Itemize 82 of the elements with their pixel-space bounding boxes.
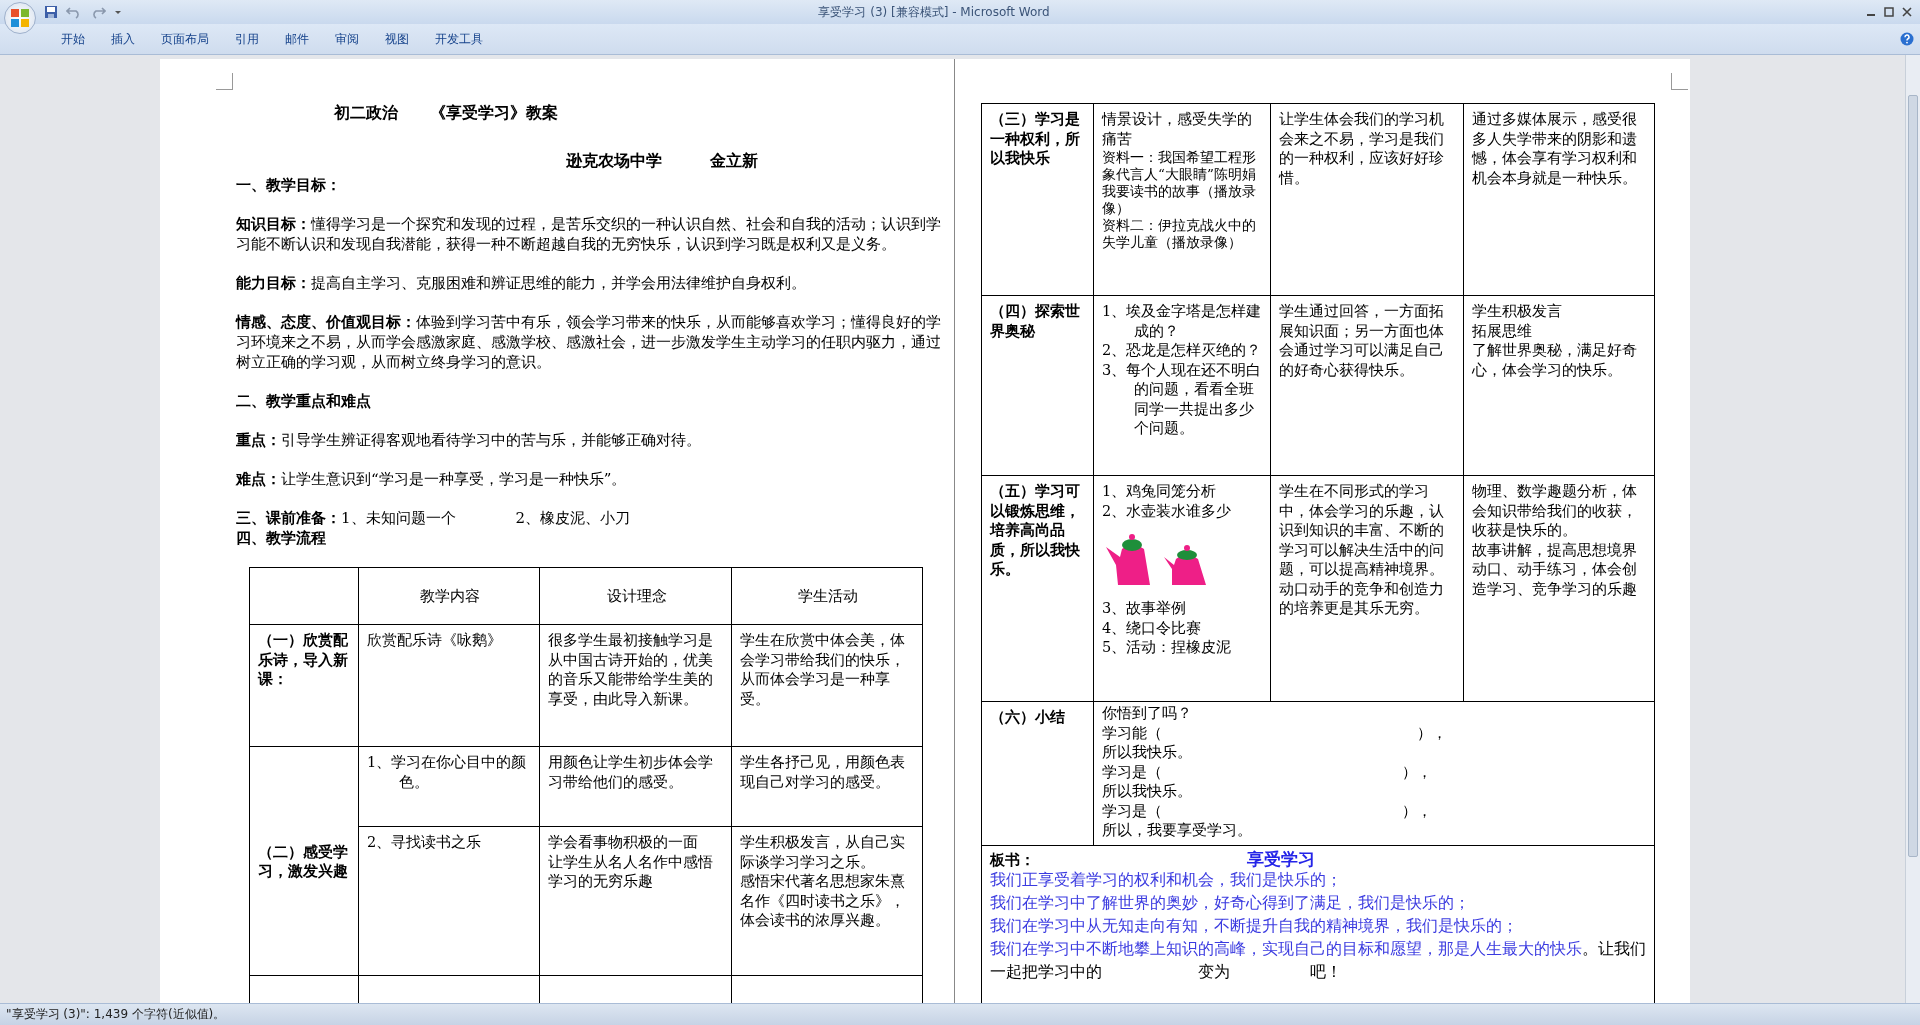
design-idea: 让学生体会我们的学习机会来之不易，学习是我们的一种权利，应该好好珍惜。 [1279,110,1445,188]
byline: 逊克农场中学 金立新 [565,151,759,171]
status-text: "享受学习 (3)": 1,439 个字符(近似值)。 [6,1006,226,1023]
design-idea: 用颜色让学生初步体会学习带给他们的感受。 [548,753,714,792]
content-item: 1、鸡兔同笼分析 [1102,482,1218,501]
content-item: 资料一：我国希望工程形象代言人“大眼睛”陈明娟我要读书的故事（播放录像） [1102,149,1257,217]
office-button[interactable] [4,2,36,34]
ribbon-tab[interactable]: 引用 [222,26,272,52]
paragraph: 知识目标：懂得学习是一个探究和发现的过程，是苦乐交织的一种认识自然、社会和自我的活动；认识到学习能不断认识和发现自我潜能，获得一种不断超越自我的无穷快乐，认识到学习既是权利又是义务。 [236,214,942,254]
column-header: 教学内容 [420,588,480,605]
content-item: 4、绕口令比赛 [1102,618,1203,638]
design-idea: 学会看事物积极的一面 [548,833,699,852]
stage-title: （二）感受学习，激发兴趣 [258,842,348,880]
maximize-button[interactable] [1884,7,1894,17]
content-item: 情景设计，感受失学的痛苦 [1102,110,1253,149]
paragraph: 难点：让学生意识到“学习是一种享受，学习是一种快乐”。 [236,469,628,489]
content-item: 3、每个人现在还不明白的问题，看看全班同学一共提出多少个问题。 [1102,360,1263,438]
student-activity: 学生积极发言 [1472,302,1563,321]
summary-line: 学习是（ ）， [1102,801,1433,821]
design-idea: 让学生从名人名作中感悟学习的无穷乐趣 [548,852,714,891]
section-heading: 二、教学重点和难点 [236,391,372,411]
section-heading: 四、教学流程 [236,528,327,548]
content-item: 3、故事举例 [1102,599,1188,618]
student-activity: 学生各抒己见，用颜色表现自己对学习的感受。 [740,753,906,792]
paragraph: 三、课前准备：1、未知问题一个 2、橡皮泥、小刀 [236,508,632,528]
content-item: 2、水壶装水谁多少 [1102,501,1233,521]
ribbon-tab[interactable]: 插入 [98,26,148,52]
content-item: 1、学习在你心目中的颜色。 [367,753,528,792]
summary-line: 学习能（ ）， [1102,723,1448,743]
design-idea: 学生在不同形式的学习中，体会学习的乐趣，认识到知识的丰富、不断的学习可以解决生活中的问题，可以提高精神境界。动口动手的竞争和创造力的培养更是其乐无穷。 [1279,482,1445,618]
scrollbar[interactable] [1905,55,1920,1003]
office-logo-icon [9,7,31,29]
column-header: 学生活动 [798,588,858,605]
ribbon-tab[interactable]: 开始 [48,26,98,52]
student-activity: 感悟宋代著名思想家朱熹名作《四时读书之乐》，体会读书的浓厚兴趣。 [740,872,906,930]
paragraph: 能力目标：提高自主学习、克服困难和辨证思维的能力，并学会用法律维护自身权利。 [236,273,807,293]
student-activity: 动口、动手练习，体会创造学习、竞争学习的乐趣 [1472,560,1638,599]
stage-title: （五）学习可以锻炼思维，培养高尚品质，所以我快乐。 [990,482,1080,578]
content-item: 资料二：伊拉克战火中的失学儿童（播放录像） [1102,217,1257,251]
student-activity: 故事讲解，提高思想境界 [1472,540,1638,560]
board-title: 享受学习 [1247,849,1315,869]
content-item: 欣赏配乐诗《咏鹅》 [367,631,503,650]
window-title: 享受学习 (3) [兼容模式] - Microsoft Word [817,3,1051,21]
ribbon-tab[interactable]: 审阅 [322,26,372,52]
save-icon[interactable] [44,5,58,19]
summary-line: 所以我快乐。 [1102,782,1193,801]
summary-line: 你悟到了吗？ [1102,704,1193,723]
dropdown-icon[interactable] [114,8,122,16]
ribbon-tab[interactable]: 页面布局 [148,26,222,52]
design-idea: 学生通过回答，一方面拓展知识面；另一方面也体会通过学习可以满足自己的好奇心获得快乐。 [1279,302,1445,380]
content-item: 2、寻找读书之乐 [367,833,483,852]
stage-title: （四）探索世界奥秘 [990,302,1080,340]
student-activity: 物理、数学趣题分析，体会知识带给我们的收获，收获是快乐的。 [1472,482,1638,540]
student-activity: 拓展思维 [1472,321,1533,341]
student-activity: 学生在欣赏中体会美，体会学习带给我们的快乐，从而体会学习是一种享受。 [740,631,906,709]
content-item: 1、埃及金字塔是怎样建成的？ [1102,302,1263,341]
crop-mark [1671,73,1688,90]
content-item: 2、恐龙是怎样灭绝的？ [1102,341,1263,360]
stage-title: （一）欣赏配乐诗，导入新课： [258,631,348,688]
summary-line: 所以我快乐。 [1102,743,1193,762]
section-heading: 一、教学目标： [236,175,342,195]
document-title: 初二政治 《享受学习》教案 [333,103,559,123]
paragraph: 重点：引导学生辨证得客观地看待学习中的苦与乐，并能够正确对待。 [236,430,702,450]
ribbon-tab[interactable]: 邮件 [272,26,322,52]
close-button[interactable] [1902,7,1912,17]
ribbon-tab[interactable]: 视图 [372,26,422,52]
help-icon[interactable] [1900,32,1914,46]
ribbon-tab[interactable]: 开发工具 [422,26,496,52]
student-activity: 了解世界奥秘，满足好奇心，体会学习的快乐。 [1472,341,1638,380]
design-idea: 很多学生最初接触学习是从中国古诗开始的，优美的音乐又能带给学生美的享受，由此导入新课。 [548,631,714,709]
student-activity: 学生积极发言，从自己实际谈学习学习之乐。 [740,833,906,872]
paragraph: 情感、态度、价值观目标：体验到学习苦中有乐，领会学习带来的快乐，从而能够喜欢学习；懂得良好的学习环境来之不易，从而学会感激家庭、感激学校、感激社会，进一步激发学生主动学习的任职内驱力，通过树立正确的学习观，从而树立终身学习的意识。 [236,312,942,372]
crop-mark [216,73,233,90]
board-text: 我们正享受着学习的权利和机会，我们是快乐的； 我们在学习中了解世界的奥妙，好奇心得到了满足，我们是快乐的； 我们在学习中从无知走向有知，不断提升自我的精神境界，我们是快乐的； 我们在学习中不断地攀上知识的高峰，实现自己的目标和愿望，那是人生最大的快乐。让我们一起把学习中的 变为 吧！ [990,870,1647,983]
summary-line: 所以，我要享受学习。 [1102,821,1253,840]
stage-title: （三）学习是一种权利，所以我快乐 [990,110,1080,167]
board-label: 板书： [990,849,1035,869]
student-activity: 通过多媒体展示，感受很多人失学带来的阴影和遗憾，体会享有学习权利和机会本身就是一种快乐。 [1472,110,1638,188]
content-item: 5、活动：捏橡皮泥 [1102,638,1233,657]
stage-title: （六）小结 [990,708,1065,726]
summary-line: 学习是（ ）， [1102,762,1433,782]
column-header: 设计理念 [606,588,667,605]
